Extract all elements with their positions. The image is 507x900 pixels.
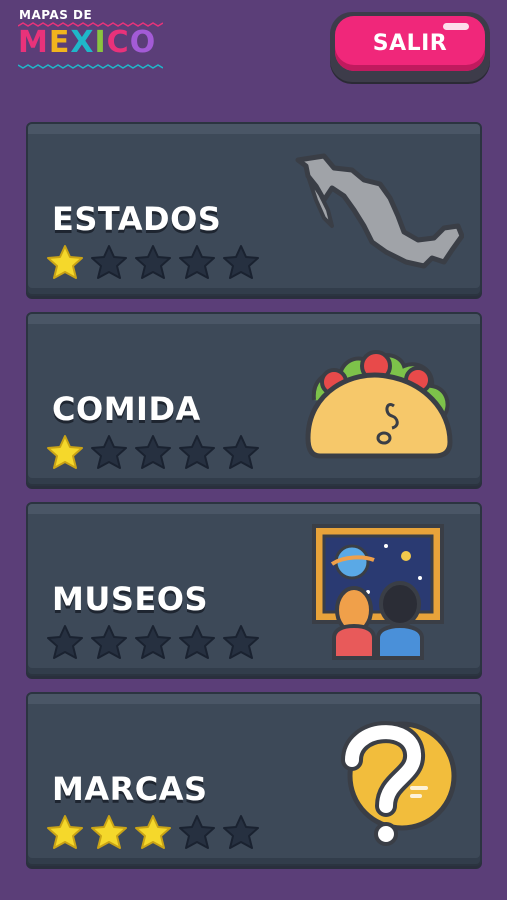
star-rating [46,434,260,470]
star-empty-icon [179,625,215,659]
button-shine [443,23,469,30]
card-top-edge [28,124,480,134]
star-empty-icon [135,435,171,469]
logo-letter: X [70,25,95,60]
mexico-map-icon [295,153,464,269]
logo-subtitle: MAPAS DE [19,8,93,22]
star-empty-icon [91,435,127,469]
card-top-edge [28,314,480,324]
exit-button-label: SALIR [372,31,448,56]
category-card-comida[interactable]: COMIDA [26,312,482,486]
logo-letter: C [106,25,130,60]
category-card-museos[interactable]: MUSEOS [26,502,482,676]
star-empty-icon [179,245,215,279]
star-rating [46,814,260,850]
category-title: ESTADOS [52,200,222,238]
exit-button-face[interactable]: SALIR [335,16,485,71]
logo-letter: O [129,25,157,60]
category-title: MARCAS [52,770,208,808]
star-empty-icon [223,625,259,659]
star-empty-icon [223,815,259,849]
logo-letter: E [48,25,71,60]
star-empty-icon [135,625,171,659]
star-empty-icon [223,435,259,469]
star-filled-icon [135,815,171,849]
logo-letter: M [18,25,49,60]
star-rating [46,624,260,660]
star-empty-icon [91,245,127,279]
card-top-edge [28,694,480,704]
star-empty-icon [179,815,215,849]
star-filled-icon [47,245,83,279]
question-mark-icon [341,721,457,846]
exit-button[interactable]: SALIR [330,12,490,82]
app-logo: MAPAS DE MEXICO [18,8,168,80]
star-empty-icon [223,245,259,279]
star-empty-icon [135,245,171,279]
star-filled-icon [91,815,127,849]
star-filled-icon [47,815,83,849]
category-card-estados[interactable]: ESTADOS [26,122,482,296]
star-empty-icon [91,625,127,659]
star-rating [46,244,260,280]
category-title: MUSEOS [52,580,208,618]
category-title: COMIDA [52,390,201,428]
logo-title: MEXICO [18,26,156,60]
logo-letter: I [94,25,107,60]
logo-zigzag-top [18,22,163,27]
star-empty-icon [47,625,83,659]
logo-zigzag-bottom [18,64,163,69]
star-filled-icon [47,435,83,469]
star-empty-icon [179,435,215,469]
category-card-marcas[interactable]: MARCAS [26,692,482,866]
card-top-edge [28,504,480,514]
museum-painting-icon [312,524,444,660]
taco-icon [305,350,453,459]
